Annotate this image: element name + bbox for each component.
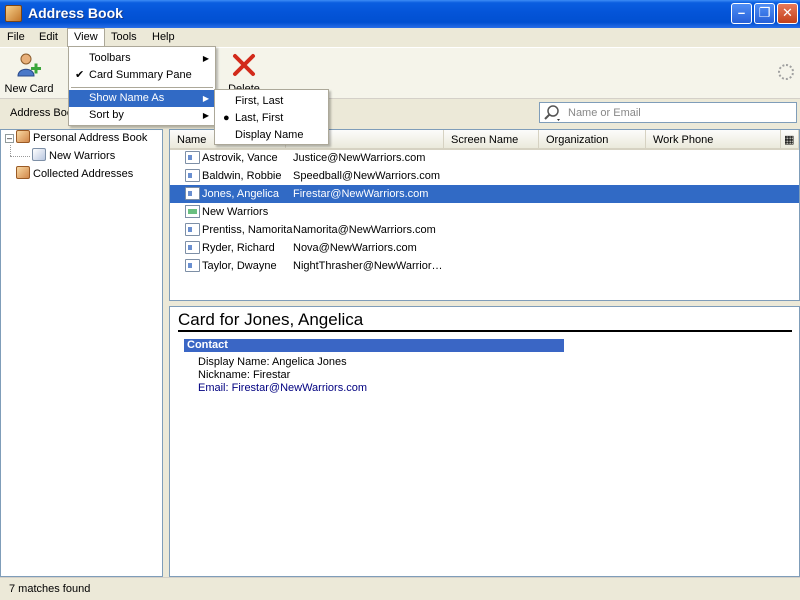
menu-item-label: Toolbars xyxy=(89,52,131,64)
row-email: NightThrasher@NewWarrior… xyxy=(293,260,443,272)
card-view-pane: Card for Jones, Angelica Contact Display… xyxy=(169,306,800,577)
search-icon[interactable] xyxy=(543,104,563,122)
delete-x-icon xyxy=(233,54,255,76)
column-picker-icon[interactable]: ▦ xyxy=(781,130,799,150)
results-tree[interactable]: Name Screen Name Organization Work Phone… xyxy=(169,129,800,301)
mailing-list-icon xyxy=(32,148,46,161)
restore-button[interactable]: ❐ xyxy=(754,3,775,24)
menu-bar: File Edit View Tools Help xyxy=(0,28,800,47)
card-email-link[interactable]: Email: Firestar@NewWarriors.com xyxy=(198,382,367,394)
menu-edit[interactable]: Edit xyxy=(33,28,64,47)
status-bar: 7 matches found xyxy=(0,577,800,600)
menu-item-display-name[interactable]: Display Name xyxy=(215,127,328,144)
contact-card-icon xyxy=(185,259,200,272)
table-row[interactable]: Taylor, Dwayne NightThrasher@NewWarrior… xyxy=(170,257,799,275)
dir-label: Collected Addresses xyxy=(33,168,134,180)
status-text: 7 matches found xyxy=(9,583,91,595)
card-display-name: Display Name: Angelica Jones xyxy=(198,356,347,368)
show-name-as-submenu: First, Last ● Last, First Display Name xyxy=(214,89,329,145)
row-email: Justice@NewWarriors.com xyxy=(293,152,426,164)
row-email: Firestar@NewWarriors.com xyxy=(293,188,429,200)
row-name: Astrovik, Vance xyxy=(202,152,278,164)
row-name: Baldwin, Robbie xyxy=(202,170,282,182)
collapse-twisty-icon[interactable]: – xyxy=(5,134,14,143)
menu-item-label: Display Name xyxy=(235,129,304,141)
dir-personal-address-book[interactable]: Personal Address Book xyxy=(16,130,147,146)
address-book-app-icon xyxy=(5,5,22,22)
menu-view[interactable]: View xyxy=(67,28,105,47)
close-button[interactable]: ✕ xyxy=(777,3,798,24)
contact-card-icon xyxy=(185,169,200,182)
table-row[interactable]: Astrovik, Vance Justice@NewWarriors.com xyxy=(170,149,799,167)
row-name: New Warriors xyxy=(202,206,269,218)
row-email: Nova@NewWarriors.com xyxy=(293,242,417,254)
menu-item-first-last[interactable]: First, Last xyxy=(215,93,328,110)
dir-label: Personal Address Book xyxy=(33,132,148,144)
radio-bullet-icon: ● xyxy=(223,112,230,124)
contact-card-icon xyxy=(185,187,200,200)
activity-throbber-icon xyxy=(778,64,794,80)
minimize-button[interactable]: – xyxy=(731,3,752,24)
contact-section-heading: Contact xyxy=(184,339,564,352)
checkmark-icon: ✔ xyxy=(75,69,85,81)
table-row[interactable]: New Warriors xyxy=(170,203,799,221)
contact-card-icon xyxy=(185,223,200,236)
row-name: Prentiss, Namorita xyxy=(202,224,293,236)
new-card-button[interactable]: New Card xyxy=(4,52,54,95)
view-menu-popup: Toolbars ▶ ✔ Card Summary Pane Show Name… xyxy=(68,46,216,126)
menu-item-card-summary-pane[interactable]: ✔ Card Summary Pane xyxy=(69,67,215,84)
row-name: Taylor, Dwayne xyxy=(202,260,277,272)
submenu-arrow-icon: ▶ xyxy=(202,111,209,120)
card-nickname: Nickname: Firestar xyxy=(198,369,291,381)
address-book-icon xyxy=(16,130,30,143)
address-book-icon xyxy=(16,166,30,179)
row-email: Speedball@NewWarriors.com xyxy=(293,170,441,182)
directory-pane[interactable]: – Personal Address Book New Warriors Col… xyxy=(0,129,163,577)
title-bar[interactable]: Address Book – ❐ ✕ xyxy=(0,0,800,28)
row-name: Jones, Angelica xyxy=(202,188,280,200)
dir-collected-addresses[interactable]: Collected Addresses xyxy=(16,166,133,182)
search-box[interactable] xyxy=(539,102,797,123)
dir-new-warriors[interactable]: New Warriors xyxy=(32,148,115,164)
table-row[interactable]: Prentiss, Namorita Namorita@NewWarriors.… xyxy=(170,221,799,239)
row-email: Namorita@NewWarriors.com xyxy=(293,224,436,236)
menu-item-toolbars[interactable]: Toolbars ▶ xyxy=(69,50,215,67)
row-name: Ryder, Richard xyxy=(202,242,275,254)
contact-card-icon xyxy=(185,241,200,254)
window-title: Address Book xyxy=(28,5,123,21)
menu-item-show-name-as[interactable]: Show Name As ▶ xyxy=(69,90,215,107)
menu-separator xyxy=(71,87,213,88)
new-card-label: New Card xyxy=(4,83,54,95)
column-header-screen-name[interactable]: Screen Name xyxy=(444,130,539,150)
submenu-arrow-icon: ▶ xyxy=(202,54,209,63)
menu-item-label: First, Last xyxy=(235,95,284,107)
menu-tools[interactable]: Tools xyxy=(105,28,143,47)
menu-item-sort-by[interactable]: Sort by ▶ xyxy=(69,107,215,124)
menu-item-label: Sort by xyxy=(89,109,124,121)
card-title: Card for Jones, Angelica xyxy=(178,310,792,332)
tree-connector xyxy=(10,145,11,156)
new-card-icon xyxy=(17,53,41,77)
menu-item-label: Card Summary Pane xyxy=(89,69,192,81)
table-row[interactable]: Ryder, Richard Nova@NewWarriors.com xyxy=(170,239,799,257)
contact-card-icon xyxy=(185,151,200,164)
table-row-selected[interactable]: Jones, Angelica Firestar@NewWarriors.com xyxy=(170,185,799,203)
dir-label: New Warriors xyxy=(49,150,116,162)
mailing-list-icon xyxy=(185,205,200,218)
table-row[interactable]: Baldwin, Robbie Speedball@NewWarriors.co… xyxy=(170,167,799,185)
menu-item-last-first[interactable]: ● Last, First xyxy=(215,110,328,127)
search-input[interactable] xyxy=(566,105,792,120)
tree-connector xyxy=(10,156,30,157)
menu-file[interactable]: File xyxy=(1,28,31,47)
menu-help[interactable]: Help xyxy=(146,28,181,47)
column-header-work-phone[interactable]: Work Phone xyxy=(646,130,781,150)
submenu-arrow-icon: ▶ xyxy=(202,94,209,103)
menu-item-label: Show Name As xyxy=(89,92,165,104)
column-header-organization[interactable]: Organization xyxy=(539,130,646,150)
menu-item-label: Last, First xyxy=(235,112,284,124)
